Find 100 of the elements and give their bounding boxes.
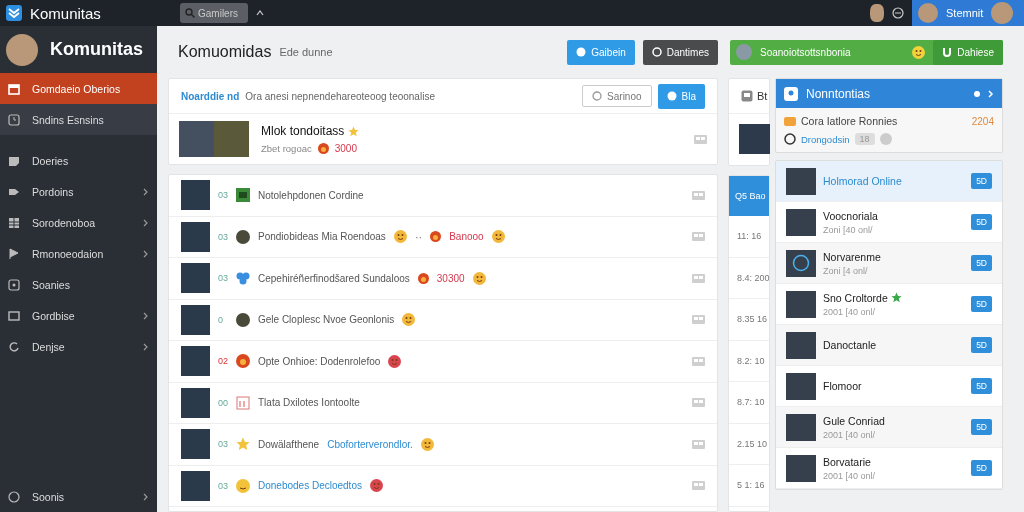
sidebar-item[interactable]: Gomdaeio Oberios bbox=[0, 73, 157, 104]
feed-highlight: Noarddie nd bbox=[181, 90, 240, 102]
post-text[interactable]: Notolehpdonen Cordine bbox=[258, 189, 364, 201]
post-meta: Zbet rogoac bbox=[261, 143, 312, 154]
badge: 5D bbox=[971, 173, 992, 189]
page-subtitle: Ede dunne bbox=[279, 46, 334, 58]
image-icon bbox=[236, 188, 250, 203]
grid-icon bbox=[692, 273, 705, 283]
user-menu[interactable]: Stemnit bbox=[912, 0, 1024, 26]
badge: 5D bbox=[971, 378, 992, 394]
grid-icon bbox=[692, 356, 705, 366]
grid-icon bbox=[692, 398, 705, 408]
post-tag: 0 bbox=[218, 314, 228, 325]
feed-description: Ora anesi nepnendehareoteoog teoonalise bbox=[245, 90, 436, 102]
badge: 5D bbox=[971, 296, 992, 312]
grid-icon bbox=[692, 315, 705, 325]
action-button[interactable]: Dantimes bbox=[642, 39, 718, 65]
photo-placeholder bbox=[786, 290, 816, 318]
loop-icon bbox=[8, 340, 20, 353]
post-tag: 02 bbox=[218, 356, 228, 367]
sidebar-item[interactable]: Soanies bbox=[0, 269, 157, 300]
star-icon bbox=[236, 437, 250, 452]
post-tag: 03 bbox=[218, 273, 228, 284]
badge: 5D bbox=[971, 255, 992, 271]
fire-icon bbox=[317, 143, 329, 154]
post-text[interactable]: Dowälafthene bbox=[258, 438, 320, 450]
info-link[interactable]: Drongodsin bbox=[801, 133, 850, 145]
post-tag: 03 bbox=[218, 480, 228, 491]
post-text[interactable]: Opte Onhioe: Dodenrolefoo bbox=[258, 355, 381, 367]
photo-placeholder bbox=[181, 429, 210, 460]
community-name: Flomoor bbox=[823, 380, 862, 392]
sidebar-item[interactable]: Gordbise bbox=[0, 300, 157, 331]
ring-icon bbox=[792, 254, 810, 272]
stat-text: 5 1: 16 bbox=[729, 465, 769, 507]
photo-placeholder bbox=[786, 167, 816, 195]
user-icon bbox=[784, 86, 798, 101]
photo-placeholder bbox=[179, 121, 249, 157]
photo-placeholder bbox=[181, 180, 210, 211]
sidebar-item[interactable]: Sndins Esnsins bbox=[0, 104, 157, 135]
post-text[interactable]: Pondiobideas Mia Roendoas bbox=[258, 231, 386, 243]
badge: 5D bbox=[971, 337, 992, 353]
photo-placeholder bbox=[786, 331, 816, 359]
community-item[interactable]: Danoctanle 5D bbox=[776, 325, 1002, 366]
post-title[interactable]: Mlok tondoitass bbox=[261, 124, 345, 138]
community-item[interactable]: Norvarenme Zoni [4 onl/ 5D bbox=[776, 243, 1002, 284]
monitor-icon bbox=[8, 309, 20, 322]
image-icon bbox=[741, 90, 753, 102]
post-link[interactable]: Donebodes Decloedtos bbox=[258, 480, 362, 492]
search-icon bbox=[185, 8, 195, 18]
stat-text: 2.15 10 bbox=[729, 423, 769, 465]
score-text: Banooo bbox=[449, 231, 484, 243]
avatar[interactable] bbox=[870, 4, 884, 22]
page-title: Komuomidas bbox=[178, 43, 272, 61]
photo-placeholder bbox=[786, 413, 816, 441]
post-link[interactable]: Cboforterverondlor. bbox=[327, 438, 413, 450]
fire-icon bbox=[236, 354, 250, 369]
sidebar-item[interactable]: Denjse bbox=[0, 331, 157, 362]
banner-button[interactable]: Dahiese bbox=[933, 39, 1003, 65]
community-item[interactable]: Gule Conriad 2001 [40 onl/ 5D bbox=[776, 407, 1002, 448]
sidebar-item[interactable]: Sorodenoboa bbox=[0, 207, 157, 238]
post-text[interactable]: Cepehiréñerfinodšared Sundaloos bbox=[258, 272, 410, 284]
fire-icon bbox=[430, 231, 442, 243]
caret-icon bbox=[256, 10, 264, 16]
avatar-icon bbox=[736, 44, 752, 60]
logo-icon bbox=[6, 5, 22, 21]
sidebar-item[interactable]: Soonis bbox=[0, 481, 157, 512]
app-name: Komunitas bbox=[30, 4, 102, 22]
community-name: Holmorad Online bbox=[823, 175, 902, 187]
calendar-icon bbox=[236, 395, 250, 410]
emoji-icon bbox=[912, 45, 926, 59]
search-field[interactable]: Gamilers bbox=[180, 3, 248, 23]
badge: 5D bbox=[971, 419, 992, 435]
photo-placeholder bbox=[181, 221, 210, 252]
post-text[interactable]: Tlata Dxilotes Iontoolte bbox=[258, 397, 360, 409]
community-meta: Zoni [40 onl/ bbox=[823, 224, 874, 235]
community-meta: Zoni [4 onl/ bbox=[823, 265, 869, 276]
community-name: Sno Croltorde bbox=[823, 291, 888, 304]
community-item[interactable]: Borvatarie 2001 [40 onl/ 5D bbox=[776, 448, 1002, 489]
sidebar-item[interactable]: Rmonoeodaion bbox=[0, 238, 157, 269]
sidebar-item[interactable]: Doeries bbox=[0, 145, 157, 176]
sidebar-item[interactable]: Pordoins bbox=[0, 176, 157, 207]
post-tag: 03 bbox=[218, 439, 228, 450]
avatar-icon bbox=[236, 312, 250, 327]
photo-placeholder bbox=[181, 346, 210, 377]
photo-placeholder bbox=[786, 372, 816, 400]
info-label: Cora Iatlore Ronnies bbox=[801, 115, 899, 127]
stat-text: 11: 16 bbox=[729, 216, 769, 258]
ellipsis-text: ·· bbox=[414, 230, 423, 243]
community-name: Norvarenme bbox=[823, 250, 881, 263]
photo-placeholder bbox=[181, 304, 210, 335]
card-title: Bt bbox=[757, 90, 768, 102]
community-meta: 2001 [40 onl/ bbox=[823, 429, 877, 440]
emoji-icon bbox=[236, 478, 250, 493]
post-text[interactable]: Gele Cloplesc Nvoe Geonlonis bbox=[258, 314, 395, 326]
dot-icon bbox=[974, 90, 980, 97]
community-meta: 2001 [40 onl/ bbox=[823, 306, 877, 317]
banner-text: Soanoiotsottsnbonia bbox=[760, 46, 852, 58]
box-icon bbox=[8, 278, 20, 291]
community-name: Danoctanle bbox=[823, 339, 877, 351]
feed-button[interactable]: Sarinoo bbox=[582, 85, 652, 107]
